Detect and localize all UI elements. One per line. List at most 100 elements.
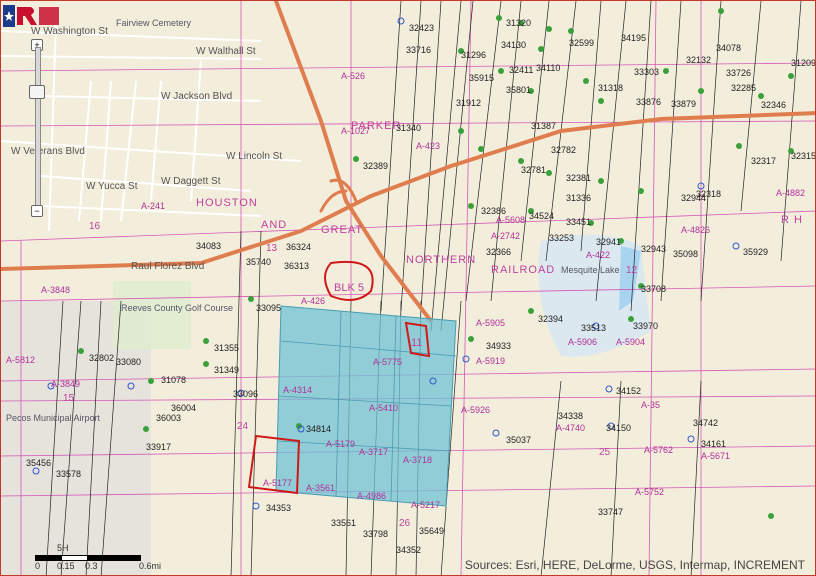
well-number-label: 34083 bbox=[196, 241, 221, 251]
well-number-label: 31320 bbox=[506, 18, 531, 28]
well-number-label: 31336 bbox=[566, 193, 591, 203]
abstract-label: A-5179 bbox=[326, 439, 355, 449]
abstract-label: A-5926 bbox=[461, 405, 490, 415]
well-number-label: 32366 bbox=[486, 247, 511, 257]
well-number-label: 33253 bbox=[549, 233, 574, 243]
zoom-track[interactable] bbox=[35, 47, 41, 209]
well-number-label: 34933 bbox=[486, 341, 511, 351]
well-number-label: 33561 bbox=[331, 518, 356, 528]
street-label: W Lincoln St bbox=[226, 151, 282, 162]
well-number-label: 35801 bbox=[506, 85, 531, 95]
well-number-label: 35740 bbox=[246, 257, 271, 267]
well-number-label: 34152 bbox=[616, 386, 641, 396]
well-number-label: 32943 bbox=[641, 244, 666, 254]
street-label: W Yucca St bbox=[86, 181, 138, 192]
well-number-label: 34130 bbox=[501, 40, 526, 50]
well-number-label: 31078 bbox=[161, 375, 186, 385]
well-number-label: 33747 bbox=[598, 507, 623, 517]
zoom-handle[interactable] bbox=[29, 85, 45, 99]
well-number-label: 33876 bbox=[636, 97, 661, 107]
well-number-label: 32411 bbox=[509, 65, 533, 75]
map-canvas[interactable]: W Washington St W Walthall St W Jackson … bbox=[0, 0, 816, 576]
place-label: Pecos Municipal Airport bbox=[6, 413, 101, 423]
street-label: W Veterans Blvd bbox=[11, 146, 85, 157]
well-number-label: 32132 bbox=[686, 55, 711, 65]
scale-tick-label: 0.15 bbox=[57, 561, 75, 571]
block-label: 16 bbox=[89, 221, 101, 232]
survey-label: NORTHERN bbox=[406, 254, 476, 266]
well-number-label: 33879 bbox=[671, 99, 696, 109]
survey-label: R H bbox=[781, 214, 803, 226]
well-number-label: 32782 bbox=[551, 145, 576, 155]
well-number-label: 33096 bbox=[233, 389, 258, 399]
well-number-label: 31296 bbox=[461, 50, 486, 60]
abstract-label: A-3849 bbox=[51, 379, 80, 389]
abstract-label: A-4740 bbox=[556, 423, 585, 433]
abstract-label: A-5217 bbox=[411, 500, 440, 510]
well-number-label: 32389 bbox=[363, 161, 388, 171]
well-number-label: 33708 bbox=[641, 284, 666, 294]
zoom-slider[interactable]: + − bbox=[28, 39, 46, 217]
well-number-label: 31209 bbox=[791, 58, 816, 68]
well-number-label: 35929 bbox=[743, 247, 768, 257]
well-number-label: 31387 bbox=[531, 121, 556, 131]
abstract-label: A-422 bbox=[586, 250, 610, 260]
well-number-label: 36324 bbox=[286, 242, 311, 252]
well-number-label: 32941 bbox=[596, 237, 621, 247]
annotation-blk5-label: BLK 5 bbox=[334, 282, 364, 294]
well-number-label: 34110 bbox=[536, 63, 560, 73]
well-number-label: 33798 bbox=[363, 529, 388, 539]
well-number-label: 31355 bbox=[214, 343, 239, 353]
street-label: Raul Florez Blvd bbox=[131, 261, 204, 272]
block-label: 24 bbox=[237, 421, 249, 432]
zoom-out-button[interactable]: − bbox=[31, 205, 43, 217]
well-number-label: 35649 bbox=[419, 526, 444, 536]
abstract-label: A-1027 bbox=[341, 126, 370, 136]
survey-label: AND bbox=[261, 219, 287, 231]
well-number-label: 36003 bbox=[156, 413, 181, 423]
abstract-label: A-4986 bbox=[357, 491, 386, 501]
well-number-label: 36004 bbox=[171, 403, 196, 413]
well-number-label: 35915 bbox=[469, 73, 494, 83]
well-number-label: 31340 bbox=[396, 123, 421, 133]
well-number-label: 32317 bbox=[751, 156, 776, 166]
survey-label: GREAT bbox=[321, 224, 363, 236]
abstract-label: A-35 bbox=[641, 400, 660, 410]
street-label: W Jackson Blvd bbox=[161, 91, 232, 102]
place-label: Mesquite Lake bbox=[561, 265, 620, 275]
well-number-label: 34195 bbox=[621, 33, 646, 43]
map-attribution: Sources: Esri, HERE, DeLorme, USGS, Inte… bbox=[464, 558, 805, 572]
abstract-label: A-5177 bbox=[263, 478, 292, 488]
abstract-label: A-2742 bbox=[491, 231, 520, 241]
well-number-label: 31349 bbox=[214, 365, 239, 375]
abstract-label: A-423 bbox=[416, 141, 440, 151]
well-number-label: 36313 bbox=[284, 261, 309, 271]
abstract-label: A-5812 bbox=[6, 355, 35, 365]
well-number-label: 34353 bbox=[266, 503, 291, 513]
survey-label: RAILROAD bbox=[491, 264, 555, 276]
well-number-label: 33303 bbox=[634, 67, 659, 77]
scale-tick-label: 0 bbox=[35, 561, 41, 571]
scale-top-label: 5H bbox=[57, 543, 69, 553]
well-number-label: 34742 bbox=[693, 418, 718, 428]
well-number-label: 32346 bbox=[761, 100, 786, 110]
scale-bar: 5H 0 0.15 0.3 0.6mi bbox=[35, 543, 161, 571]
well-number-label: 32381 bbox=[566, 173, 591, 183]
abstract-label: A-5410 bbox=[369, 403, 398, 413]
well-number-label: 35037 bbox=[506, 435, 531, 445]
block-label: 13 bbox=[266, 243, 278, 254]
well-number-label: 32386 bbox=[481, 206, 506, 216]
well-number-label: 33970 bbox=[633, 321, 658, 331]
abstract-label: A-5906 bbox=[568, 337, 597, 347]
survey-label: HOUSTON bbox=[196, 197, 258, 209]
abstract-label: A-5608 bbox=[496, 215, 525, 225]
well-number-label: 34352 bbox=[396, 545, 421, 555]
well-number-label: 32599 bbox=[569, 38, 594, 48]
well-number-label: 33080 bbox=[116, 357, 141, 367]
abstract-label: A-4314 bbox=[283, 385, 312, 395]
well-number-label: 34524 bbox=[529, 211, 554, 221]
well-number-label: 32781 bbox=[521, 165, 546, 175]
well-number-label: 33726 bbox=[726, 68, 751, 78]
street-label: W Daggett St bbox=[161, 176, 221, 187]
block-label: 25 bbox=[599, 447, 611, 458]
